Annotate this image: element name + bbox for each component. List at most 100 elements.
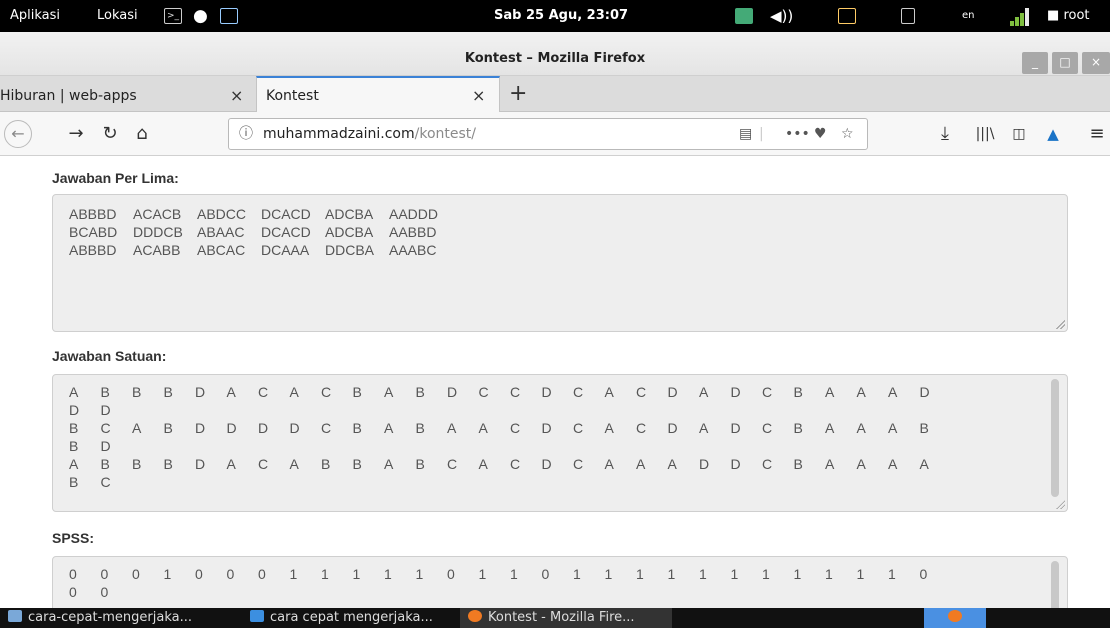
library-button[interactable]: |||\ (970, 112, 1000, 156)
resize-grip-icon[interactable] (1055, 499, 1065, 509)
answer-token: C (258, 456, 269, 472)
workspace-switcher[interactable] (924, 608, 986, 628)
answer-token: B (69, 420, 79, 436)
applications-menu[interactable]: Aplikasi (10, 0, 60, 32)
forward-button[interactable]: → (62, 112, 90, 156)
extension-icon[interactable]: ▲ (1038, 112, 1068, 156)
answer-token: C (510, 456, 521, 472)
answer-token: 0 (132, 566, 140, 582)
tab-strip (0, 76, 1110, 112)
window-titlebar[interactable]: Kontest – Mozilla Firefox (0, 32, 1110, 76)
textarea-line: BCABDDDDCBABAACDCACDADCBAAAB (69, 419, 951, 437)
satuan-textarea[interactable]: ABBBDACACBABDCCDCACDADCBAAADDDBCABDDDDCB… (52, 374, 1068, 512)
bookmark-star-icon[interactable]: ☆ (841, 119, 854, 149)
answer-token: 0 (100, 584, 109, 600)
answer-token: ABCAC (197, 242, 246, 258)
tab-close-icon[interactable]: × (230, 76, 243, 112)
answer-token: 0 (226, 566, 235, 582)
answer-token: B (415, 420, 425, 436)
updates-tray[interactable] (838, 0, 856, 32)
answer-token: A (699, 420, 709, 436)
close-window-button[interactable]: × (1082, 52, 1110, 74)
url-separator: | (759, 126, 764, 142)
answer-token: 1 (415, 566, 424, 582)
tab-close-icon[interactable]: × (472, 76, 485, 112)
downloads-button[interactable]: ⤓ (930, 112, 960, 156)
computer-launcher[interactable] (220, 0, 238, 32)
clipboard-tray[interactable] (901, 0, 915, 32)
browser-launcher[interactable]: ● (193, 0, 208, 32)
answer-token: DCAAA (261, 242, 310, 258)
answer-token: 1 (636, 566, 644, 582)
answer-token: ADCBA (325, 224, 374, 240)
sidebar-button[interactable]: ◫ (1004, 112, 1034, 156)
network-tray[interactable] (735, 0, 753, 32)
url-text[interactable]: muhammadzaini.com/kontest/ (263, 119, 476, 149)
places-menu[interactable]: Lokasi (97, 0, 138, 32)
spss-label: SPSS: (52, 530, 95, 546)
task-writer[interactable]: cara cepat mengerjaka... (250, 608, 433, 628)
answer-token: B (415, 384, 425, 400)
per-lima-textarea[interactable]: ABBBD ACACB ABDCC DCACD ADCBA AADDD BCABD DDDCB… (52, 194, 1068, 332)
answer-token: D (730, 384, 741, 400)
answer-token: C (762, 384, 773, 400)
satuan-label: Jawaban Satuan: (52, 348, 167, 364)
answer-token: C (573, 420, 584, 436)
answer-token: B (793, 456, 803, 472)
volume-tray[interactable]: ◀)) (770, 0, 793, 32)
home-button[interactable]: ⌂ (126, 112, 158, 156)
satuan-scrollbar[interactable] (1051, 379, 1059, 497)
answer-token: 0 (919, 566, 928, 582)
tab-hiburan[interactable]: Hiburan | web-apps (0, 76, 137, 112)
task-firefox[interactable]: Kontest - Mozilla Fire... (460, 608, 672, 628)
answer-token: A (384, 456, 394, 472)
back-button[interactable]: ← (4, 120, 32, 148)
answer-token: A (226, 384, 236, 400)
tab-kontest[interactable]: Kontest (266, 76, 319, 112)
panel-clock[interactable]: Sab 25 Agu, 23:07 (494, 0, 628, 32)
answer-token: A (888, 420, 898, 436)
url-domain: muhammadzaini.com (263, 126, 415, 142)
answer-token: A (856, 456, 866, 472)
answer-token: D (69, 402, 80, 418)
answer-token: A (919, 456, 929, 472)
reader-view-icon[interactable]: ▤ (739, 119, 752, 149)
answer-token: D (195, 456, 206, 472)
menu-button[interactable]: ≡ (1084, 112, 1110, 156)
answer-token: A (699, 384, 709, 400)
answer-token: D (447, 384, 458, 400)
maximize-button[interactable]: □ (1052, 52, 1078, 74)
answer-token: D (730, 420, 741, 436)
answer-token: ABDCC (197, 206, 247, 222)
answer-token: 0 (258, 566, 266, 582)
answer-token: C (447, 456, 458, 472)
task-folder[interactable]: cara-cepat-mengerjaka... (8, 608, 192, 628)
firefox-icon (468, 610, 482, 622)
pocket-icon[interactable]: ♥ (814, 119, 827, 149)
new-tab-button[interactable]: + (509, 74, 527, 110)
answer-token: A (447, 420, 457, 436)
answer-token: A (478, 456, 488, 472)
answer-token: A (69, 456, 79, 472)
answer-token: B (793, 384, 803, 400)
address-bar[interactable]: ⓘ muhammadzaini.com/kontest/ ▤ | ••• ♥ ☆ (228, 118, 868, 150)
answer-token: B (100, 456, 110, 472)
minimize-button[interactable]: _ (1022, 52, 1048, 74)
answer-token: 1 (289, 566, 298, 582)
answer-token: 1 (510, 566, 518, 582)
signal-icon (1010, 6, 1034, 26)
answer-token: A (856, 420, 866, 436)
folder-icon (8, 610, 22, 622)
page-actions-button[interactable]: ••• (785, 119, 810, 149)
info-icon[interactable]: ⓘ (239, 119, 253, 149)
answer-token: 1 (793, 566, 802, 582)
user-menu[interactable]: ■ root (1047, 0, 1090, 32)
terminal-launcher[interactable]: >_ (164, 0, 182, 32)
resize-grip-icon[interactable] (1055, 319, 1065, 329)
reload-button[interactable]: ↻ (96, 112, 124, 156)
user-name: root (1063, 8, 1090, 23)
answer-token: 0 (69, 566, 77, 582)
keyboard-layout[interactable]: en (962, 0, 975, 32)
terminal-icon: >_ (164, 7, 182, 24)
textarea-line: ABBBDACACBABDCCDCACDADCBAAAD (69, 383, 951, 401)
